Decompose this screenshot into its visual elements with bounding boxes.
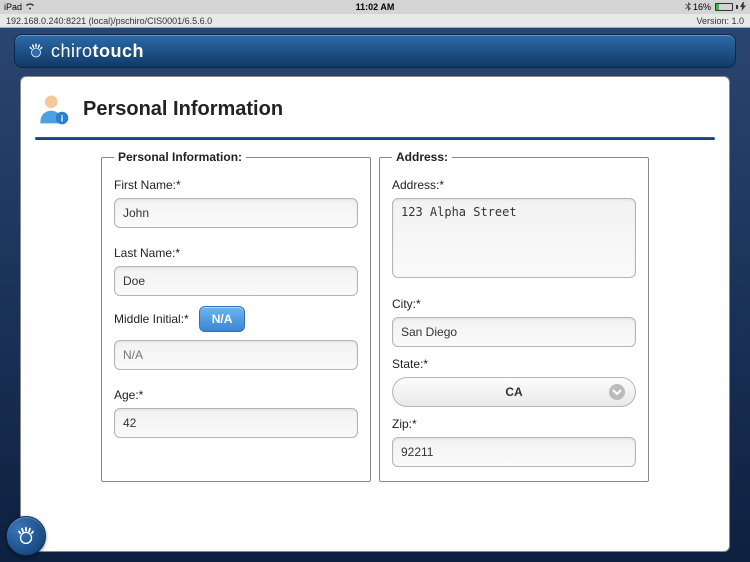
page-title: Personal Information — [83, 98, 283, 121]
address-fieldset: Address: Address:* City:* State:* CA Zip… — [379, 150, 649, 482]
state-value: CA — [505, 385, 522, 399]
brand-text: chirotouch — [51, 41, 144, 62]
brand-prefix: chiro — [51, 41, 93, 61]
url-bar: 192.168.0.240:8221 (local)/pschiro/CIS00… — [0, 14, 750, 28]
address-label: Address:* — [392, 178, 636, 192]
middle-initial-label: Middle Initial:* — [114, 312, 189, 326]
city-label: City:* — [392, 297, 636, 311]
last-name-input[interactable] — [114, 266, 358, 296]
city-input[interactable] — [392, 317, 636, 347]
address-legend: Address: — [392, 150, 452, 164]
zip-label: Zip:* — [392, 417, 636, 431]
corner-badge-button[interactable] — [6, 516, 46, 556]
wifi-icon — [25, 2, 35, 12]
first-name-label: First Name:* — [114, 178, 358, 192]
url-text: 192.168.0.240:8221 (local)/pschiro/CIS00… — [6, 16, 212, 26]
state-label: State:* — [392, 357, 636, 371]
bluetooth-icon — [685, 2, 691, 13]
svg-text:i: i — [61, 114, 64, 124]
state-select[interactable]: CA — [392, 377, 636, 407]
personal-fieldset: Personal Information: First Name:* Last … — [101, 150, 371, 482]
chevron-down-icon — [609, 384, 625, 400]
status-right: 16% — [499, 2, 746, 13]
version-text: Version: 1.0 — [696, 16, 744, 26]
header-divider — [35, 137, 715, 140]
ios-status-bar: iPad 11:02 AM 16% — [0, 0, 750, 14]
app-frame: chirotouch i Personal Information Person… — [0, 28, 750, 562]
charging-icon — [740, 2, 746, 13]
person-info-icon: i — [35, 91, 71, 127]
brand-logo-icon — [27, 42, 45, 60]
status-left: iPad — [4, 2, 251, 12]
device-label: iPad — [4, 2, 22, 12]
battery-percent: 16% — [693, 2, 711, 12]
form-columns: Personal Information: First Name:* Last … — [35, 150, 715, 482]
na-button[interactable]: N/A — [199, 306, 246, 332]
content-card: i Personal Information Personal Informat… — [20, 76, 730, 552]
battery-icon — [715, 3, 733, 11]
middle-initial-input[interactable] — [114, 340, 358, 370]
age-input[interactable] — [114, 408, 358, 438]
zip-input[interactable] — [392, 437, 636, 467]
status-time: 11:02 AM — [251, 2, 498, 12]
brand-bar: chirotouch — [14, 34, 736, 68]
brand-suffix: touch — [93, 41, 145, 61]
address-input[interactable] — [392, 198, 636, 278]
personal-legend: Personal Information: — [114, 150, 246, 164]
age-label: Age:* — [114, 388, 358, 402]
first-name-input[interactable] — [114, 198, 358, 228]
page-header: i Personal Information — [35, 87, 715, 135]
last-name-label: Last Name:* — [114, 246, 358, 260]
